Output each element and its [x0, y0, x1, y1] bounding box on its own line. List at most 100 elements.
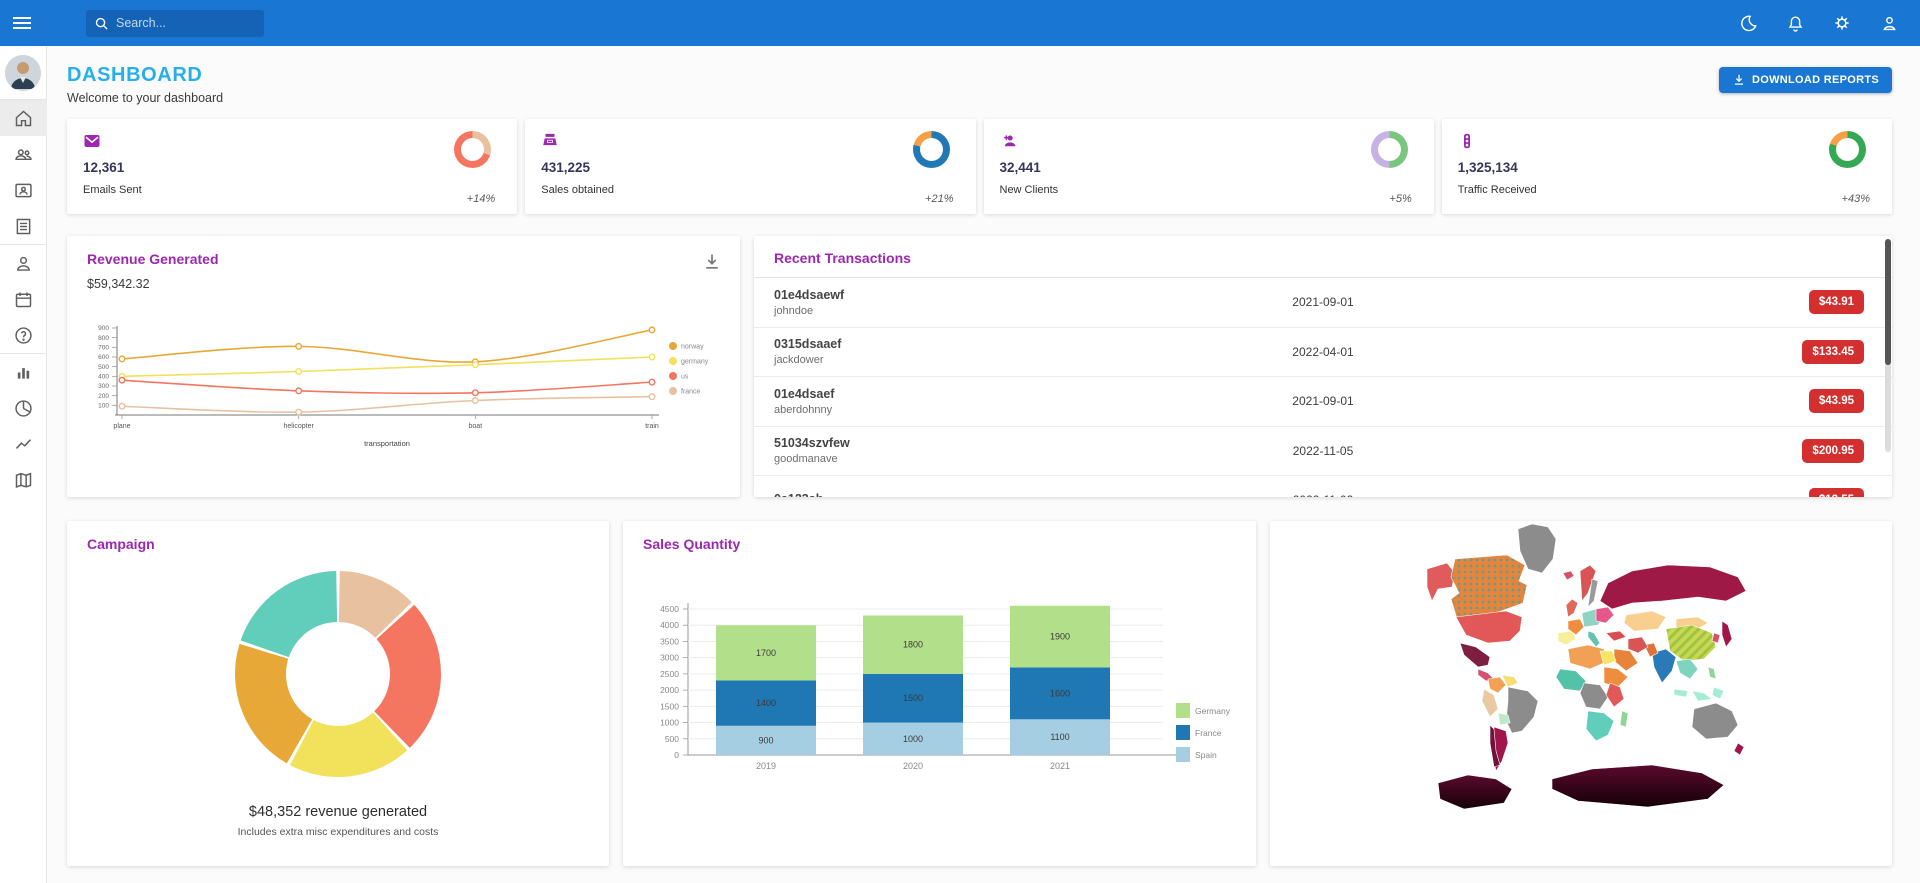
data-point — [649, 354, 655, 360]
map-region-japan[interactable] — [1722, 621, 1732, 647]
campaign-title: Campaign — [87, 536, 589, 552]
map-region-kazakhstan[interactable] — [1624, 611, 1666, 631]
sidebar-item-bar-chart[interactable] — [0, 354, 47, 390]
scrollbar-thumb[interactable] — [1885, 239, 1891, 365]
sidebar-item-people[interactable] — [0, 136, 47, 172]
chart-download-icon[interactable] — [702, 252, 722, 272]
stat-label: Traffic Received — [1458, 184, 1876, 196]
bar-value-label: 1900 — [1050, 632, 1070, 642]
y-tick-label: 2000 — [660, 685, 679, 695]
y-tick-label: 0 — [674, 750, 679, 760]
sidebar-item-pie-chart[interactable] — [0, 390, 47, 426]
sidebar-item-home[interactable] — [0, 100, 47, 136]
map-region-madagascar[interactable] — [1620, 711, 1628, 727]
map-region-eastern-europe[interactable] — [1596, 607, 1614, 623]
x-tick-label: train — [645, 423, 659, 430]
dark-mode-moon-icon[interactable] — [1737, 12, 1759, 34]
map-region-russia[interactable] — [1600, 565, 1746, 609]
search-icon — [94, 16, 109, 31]
data-point — [296, 344, 302, 350]
progress-circle — [454, 131, 491, 168]
y-tick-label: 200 — [98, 393, 109, 400]
map-region-east-africa[interactable] — [1606, 683, 1624, 707]
sidebar-item-geography[interactable] — [0, 462, 47, 498]
map-region-peru[interactable] — [1482, 689, 1498, 717]
map-region-turkey[interactable] — [1606, 631, 1626, 641]
transaction-amount-badge[interactable]: $133.45 — [1802, 340, 1864, 364]
topbar — [0, 0, 1920, 46]
map-region-iceland[interactable] — [1563, 571, 1574, 580]
line-series-germany — [122, 357, 652, 376]
revenue-amount: $59,342.32 — [87, 277, 720, 291]
transaction-amount-badge[interactable]: $43.95 — [1809, 389, 1864, 413]
map-region-philippines[interactable] — [1708, 667, 1716, 679]
map-region-west-africa[interactable] — [1556, 669, 1586, 691]
map-region-brazil[interactable] — [1506, 687, 1538, 733]
user-avatar[interactable] — [5, 55, 41, 91]
map-region-alaska[interactable] — [1427, 563, 1455, 601]
point-of-sale-icon — [541, 132, 559, 150]
stat-label: Sales obtained — [541, 184, 959, 196]
map-region-indonesia-2[interactable] — [1692, 691, 1712, 701]
data-point — [119, 404, 125, 410]
map-region-canada[interactable] — [1451, 555, 1527, 619]
campaign-card: Campaign $48,352 revenue generated Inclu… — [67, 521, 609, 866]
data-point — [119, 377, 125, 383]
y-tick-label: 3500 — [660, 636, 679, 646]
legend-swatch — [669, 387, 677, 395]
map-region-antarctica[interactable] — [1438, 775, 1512, 809]
sidebar-item-invoices[interactable] — [0, 208, 47, 244]
contacts-icon — [13, 180, 34, 201]
transaction-row: 01e4dsaef aberdohnny 2021-09-01 $43.95 — [754, 377, 1892, 427]
page-title: DASHBOARD — [67, 64, 223, 87]
map-region-new-zealand[interactable] — [1734, 743, 1744, 755]
map-region-usa[interactable] — [1456, 611, 1522, 643]
transaction-amount-badge[interactable]: $13.55 — [1809, 488, 1864, 497]
settings-gear-icon[interactable] — [1831, 12, 1853, 34]
x-tick-label: plane — [113, 423, 130, 430]
map-region-bolivia[interactable] — [1498, 713, 1510, 725]
y-tick-label: 700 — [98, 345, 109, 352]
sidebar-item-faq[interactable] — [0, 317, 47, 353]
y-tick-label: 100 — [98, 403, 109, 410]
scrollbar-track[interactable] — [1885, 239, 1891, 452]
transaction-row: 51034szvfew goodmanave 2022-11-05 $200.9… — [754, 427, 1892, 477]
map-region-antarctica[interactable] — [1552, 765, 1724, 807]
sidebar-item-profile[interactable] — [0, 245, 47, 281]
campaign-subtitle: Includes extra misc expenditures and cos… — [67, 826, 609, 838]
map-region-uk[interactable] — [1566, 599, 1578, 617]
sidebar-item-calendar[interactable] — [0, 281, 47, 317]
profile-user-icon[interactable] — [1878, 12, 1900, 34]
map-region-southern-africa[interactable] — [1586, 711, 1614, 741]
stat-card-sales: 431,225 Sales obtained +21% — [525, 119, 975, 214]
map-region-australia[interactable] — [1692, 703, 1738, 739]
transaction-user: goodmanave — [774, 453, 1293, 465]
transaction-amount-badge[interactable]: $43.91 — [1809, 290, 1864, 314]
map-region-indonesia-3[interactable] — [1712, 687, 1724, 699]
search-box[interactable] — [86, 10, 264, 37]
sidebar-item-line-chart[interactable] — [0, 426, 47, 462]
x-tick-label: boat — [469, 423, 483, 430]
legend-label: France — [1195, 728, 1222, 738]
bar-value-label: 1000 — [903, 734, 923, 744]
legend-label: germany — [681, 359, 709, 366]
download-reports-button[interactable]: DOWNLOAD REPORTS — [1719, 67, 1892, 93]
legend-label: Spain — [1195, 750, 1217, 760]
notifications-bell-icon[interactable] — [1784, 12, 1806, 34]
map-region-colombia[interactable] — [1488, 677, 1506, 693]
progress-circle — [913, 131, 950, 168]
map-region-iran[interactable] — [1628, 637, 1648, 653]
map-region-indonesia-1[interactable] — [1674, 689, 1688, 697]
menu-icon[interactable] — [0, 0, 44, 46]
bar-value-label: 1400 — [756, 698, 776, 708]
map-region-se-asia[interactable] — [1676, 659, 1698, 679]
map-region-saudi[interactable] — [1614, 649, 1638, 671]
sidebar-item-contacts[interactable] — [0, 172, 47, 208]
map-region-central-africa[interactable] — [1580, 683, 1608, 709]
data-point — [649, 394, 655, 400]
transaction-amount-badge[interactable]: $200.95 — [1802, 439, 1864, 463]
map-region-korea[interactable] — [1712, 633, 1720, 643]
map-region-mexico[interactable] — [1460, 643, 1490, 667]
map-region-italy[interactable] — [1588, 631, 1600, 647]
search-input[interactable] — [116, 16, 246, 30]
